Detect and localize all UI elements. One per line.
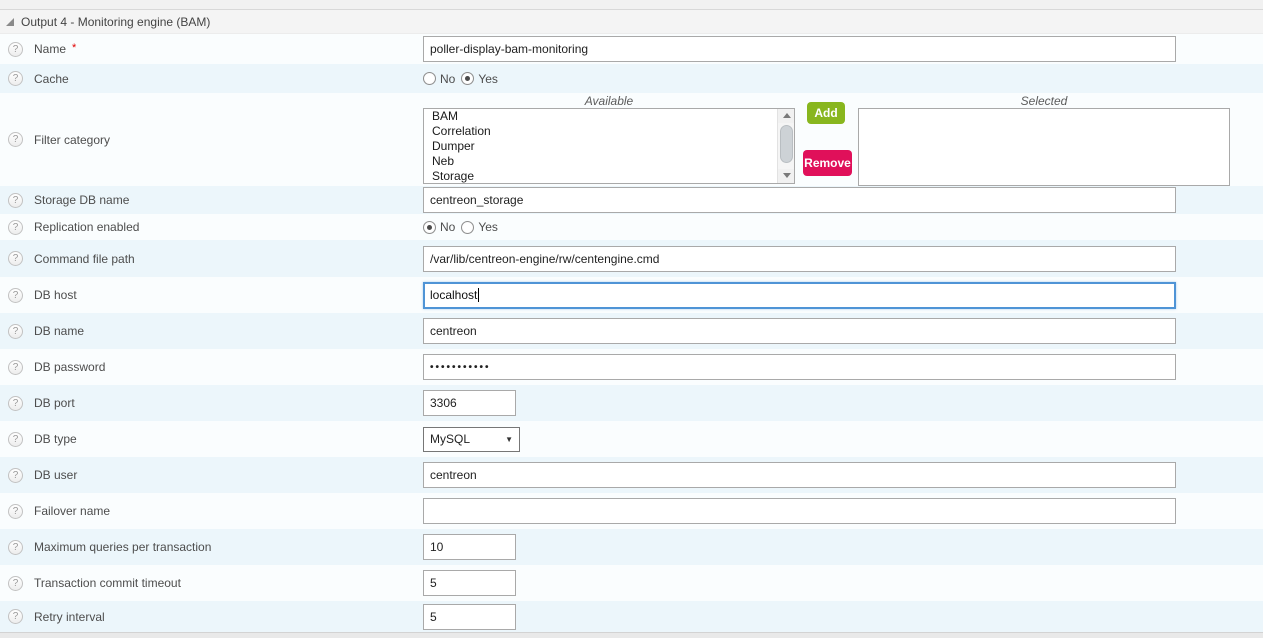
help-icon[interactable]: ? [8,220,23,235]
form-row-replication-enabled: ? Replication enabled No Yes [0,214,1263,240]
chevron-down-icon: ▼ [505,435,513,444]
bam-output-config-page: Output 4 - Monitoring engine (BAM) ? Nam… [0,0,1263,638]
list-option[interactable]: Storage [424,169,794,184]
field-label-db-port: DB port [34,396,75,410]
help-icon[interactable]: ? [8,504,23,519]
db-name-input[interactable] [423,318,1176,344]
storage-db-name-input[interactable] [423,187,1176,213]
help-icon[interactable]: ? [8,396,23,411]
max-queries-input[interactable] [423,534,516,560]
listbox-scrollbar[interactable] [777,109,794,183]
bottom-strip [0,632,1263,638]
selected-listbox[interactable] [858,108,1230,186]
transaction-commit-timeout-input[interactable] [423,570,516,596]
help-icon[interactable]: ? [8,324,23,339]
form-row-cache: ? Cache No Yes [0,64,1263,93]
field-label-name: Name* [34,42,76,56]
remove-button[interactable]: Remove [803,150,852,176]
name-input[interactable] [423,36,1176,62]
help-icon[interactable]: ? [8,132,23,147]
field-label-db-password: DB password [34,360,105,374]
selected-caption: Selected [858,95,1230,108]
required-asterisk: * [72,42,76,54]
radio-circle-icon [461,72,474,85]
help-icon[interactable]: ? [8,42,23,57]
list-option[interactable]: Correlation [424,124,794,139]
db-password-input[interactable] [423,354,1176,380]
help-icon[interactable]: ? [8,71,23,86]
scrollbar-thumb[interactable] [780,125,793,163]
db-type-select[interactable]: MySQL ▼ [423,427,520,452]
scroll-up-icon[interactable] [778,109,795,123]
section-title: Output 4 - Monitoring engine (BAM) [21,15,210,29]
list-option[interactable]: BAM [424,109,794,124]
field-label-filter-category: Filter category [34,133,110,147]
db-host-input[interactable]: localhost [423,282,1176,309]
field-label-db-host: DB host [34,288,77,302]
form-row-transaction-commit-timeout: ? Transaction commit timeout [0,565,1263,601]
replication-yes-radio[interactable]: Yes [461,220,498,234]
replication-radio-group: No Yes [423,220,504,234]
form-row-db-host: ? DB host localhost [0,277,1263,313]
field-label-failover-name: Failover name [34,504,110,518]
form-row-db-port: ? DB port [0,385,1263,421]
form-row-retry-interval: ? Retry interval [0,601,1263,632]
help-icon[interactable]: ? [8,540,23,555]
help-icon[interactable]: ? [8,360,23,375]
form-row-db-name: ? DB name [0,313,1263,349]
form-row-max-queries: ? Maximum queries per transaction [0,529,1263,565]
field-label-db-type: DB type [34,432,77,446]
form-row-storage-db-name: ? Storage DB name [0,186,1263,214]
cache-radio-group: No Yes [423,72,504,86]
radio-circle-icon [461,221,474,234]
list-option[interactable]: Dumper [424,139,794,154]
field-label-command-file-path: Command file path [34,252,135,266]
help-icon[interactable]: ? [8,609,23,624]
section-header[interactable]: Output 4 - Monitoring engine (BAM) [0,10,1263,34]
collapse-triangle-icon[interactable] [6,18,14,26]
field-label-retry-interval: Retry interval [34,610,105,624]
list-option[interactable]: Neb [424,154,794,169]
top-strip [0,0,1263,10]
radio-circle-icon [423,72,436,85]
field-label-transaction-commit-timeout: Transaction commit timeout [34,576,181,590]
form-row-db-user: ? DB user [0,457,1263,493]
retry-interval-input[interactable] [423,604,516,630]
help-icon[interactable]: ? [8,288,23,303]
replication-no-radio[interactable]: No [423,220,455,234]
radio-circle-icon [423,221,436,234]
field-label-max-queries: Maximum queries per transaction [34,540,211,554]
field-label-cache: Cache [34,72,69,86]
db-port-input[interactable] [423,390,516,416]
db-user-input[interactable] [423,462,1176,488]
help-icon[interactable]: ? [8,193,23,208]
scroll-down-icon[interactable] [778,169,795,183]
cache-no-radio[interactable]: No [423,72,455,86]
form-row-command-file-path: ? Command file path [0,240,1263,277]
form-row-failover-name: ? Failover name [0,493,1263,529]
help-icon[interactable]: ? [8,468,23,483]
help-icon[interactable]: ? [8,432,23,447]
command-file-path-input[interactable] [423,246,1176,272]
form-row-name: ? Name* [0,34,1263,64]
form-row-db-password: ? DB password [0,349,1263,385]
available-caption: Available [423,95,795,108]
field-label-storage-db-name: Storage DB name [34,193,129,207]
field-label-db-name: DB name [34,324,84,338]
failover-name-input[interactable] [423,498,1176,524]
cache-yes-radio[interactable]: Yes [461,72,498,86]
available-listbox[interactable]: BAMCorrelationDumperNebStorage [423,108,795,184]
field-label-replication-enabled: Replication enabled [34,220,139,234]
form-row-db-type: ? DB type MySQL ▼ [0,421,1263,457]
form-row-filter-category: ? Filter category Available BAMCorrelati… [0,93,1263,186]
help-icon[interactable]: ? [8,576,23,591]
field-label-db-user: DB user [34,468,77,482]
add-button[interactable]: Add [807,102,845,124]
text-cursor [478,288,479,302]
help-icon[interactable]: ? [8,251,23,266]
